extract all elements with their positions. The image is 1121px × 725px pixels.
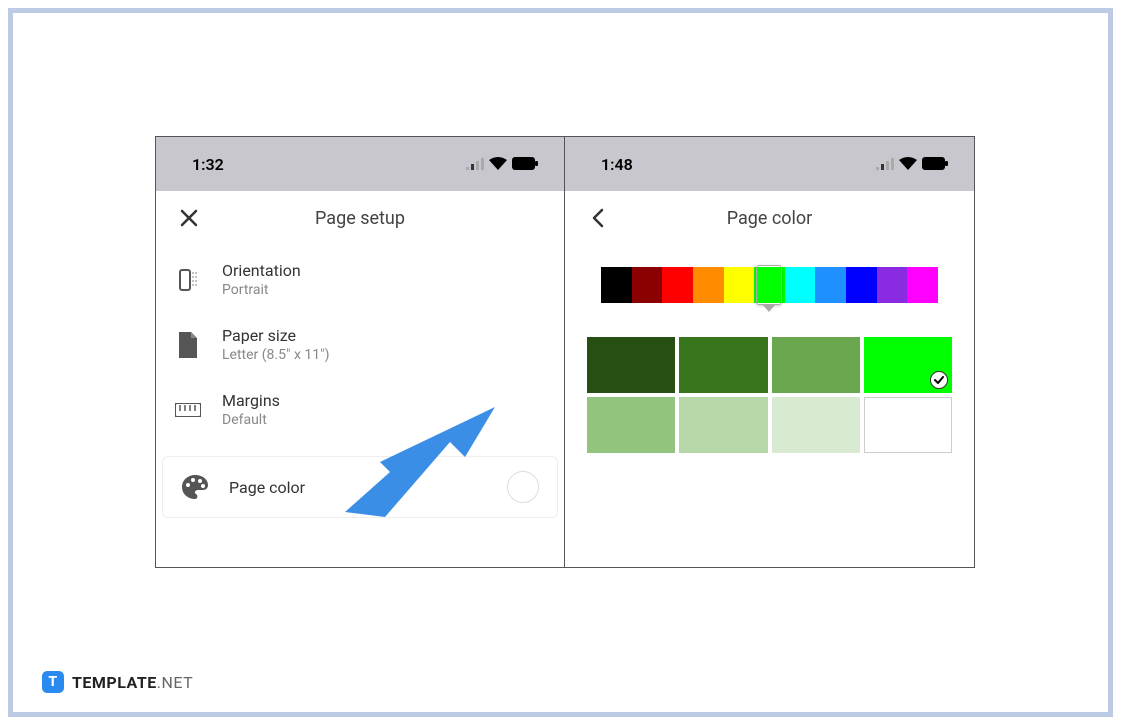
page-title: Page color xyxy=(727,208,813,229)
shade-cell[interactable] xyxy=(864,397,952,453)
shade-cell[interactable] xyxy=(679,397,767,453)
shade-cell[interactable] xyxy=(587,337,675,393)
shade-cell[interactable] xyxy=(772,397,860,453)
ruler-icon xyxy=(174,396,202,424)
hue-selector[interactable] xyxy=(601,267,938,303)
check-icon xyxy=(930,371,948,389)
hue-cell[interactable] xyxy=(877,267,908,303)
status-bar: 1:32 xyxy=(156,137,564,191)
hue-cell[interactable] xyxy=(907,267,938,303)
setting-value: Default xyxy=(222,412,546,428)
shade-cell[interactable] xyxy=(864,337,952,393)
setting-label: Page color xyxy=(229,478,305,497)
hue-cell[interactable] xyxy=(724,267,755,303)
status-bar: 1:48 xyxy=(565,137,974,191)
setting-paper-size[interactable]: Paper size Letter (8.5" x 11") xyxy=(156,312,564,377)
close-icon[interactable] xyxy=(178,207,200,233)
hue-cell[interactable] xyxy=(815,267,846,303)
setting-value: Portrait xyxy=(222,282,546,298)
setting-label: Orientation xyxy=(222,261,546,280)
orientation-icon xyxy=(174,266,202,294)
shade-cell[interactable] xyxy=(679,337,767,393)
hue-cell[interactable] xyxy=(632,267,663,303)
hue-marker[interactable] xyxy=(756,265,782,305)
back-icon[interactable] xyxy=(587,207,609,233)
paper-icon xyxy=(174,331,202,359)
logo-badge-icon: T xyxy=(42,671,64,693)
hue-cell[interactable] xyxy=(601,267,632,303)
battery-icon xyxy=(512,155,538,174)
hue-cell[interactable] xyxy=(846,267,877,303)
setting-texts: Margins Default xyxy=(222,391,546,428)
setting-orientation[interactable]: Orientation Portrait xyxy=(156,247,564,312)
shade-cell[interactable] xyxy=(772,337,860,393)
shade-cell[interactable] xyxy=(587,397,675,453)
battery-icon xyxy=(922,155,948,174)
screen-page-color: 1:48 Page color xyxy=(565,137,974,567)
status-right xyxy=(466,155,538,174)
status-right xyxy=(876,155,948,174)
setting-texts: Paper size Letter (8.5" x 11") xyxy=(222,326,546,363)
panel-header: Page setup xyxy=(156,191,564,247)
panel-header: Page color xyxy=(565,191,974,247)
hue-cell[interactable] xyxy=(662,267,693,303)
logo-suffix: .NET xyxy=(157,673,193,692)
palette-icon xyxy=(181,473,209,501)
logo-word: TEMPLATE xyxy=(72,673,157,692)
setting-value: Letter (8.5" x 11") xyxy=(222,347,546,363)
status-time: 1:48 xyxy=(601,155,633,174)
setting-page-color[interactable]: Page color xyxy=(162,456,558,518)
wifi-icon xyxy=(899,155,917,174)
status-time: 1:32 xyxy=(192,155,224,174)
shade-grid xyxy=(587,337,952,453)
wifi-icon xyxy=(489,155,507,174)
current-color-swatch xyxy=(507,471,539,503)
setting-label: Paper size xyxy=(222,326,546,345)
setting-margins[interactable]: Margins Default xyxy=(156,377,564,442)
setting-texts: Orientation Portrait xyxy=(222,261,546,298)
screenshots-container: 1:32 Page setup xyxy=(155,136,975,568)
signal-icon xyxy=(876,155,894,174)
branding-logo: T TEMPLATE.NET xyxy=(42,671,193,693)
screen-page-setup: 1:32 Page setup xyxy=(156,137,565,567)
hue-cell[interactable] xyxy=(693,267,724,303)
setting-label: Margins xyxy=(222,391,546,410)
page-title: Page setup xyxy=(315,208,405,229)
signal-icon xyxy=(466,155,484,174)
hue-cell[interactable] xyxy=(785,267,816,303)
